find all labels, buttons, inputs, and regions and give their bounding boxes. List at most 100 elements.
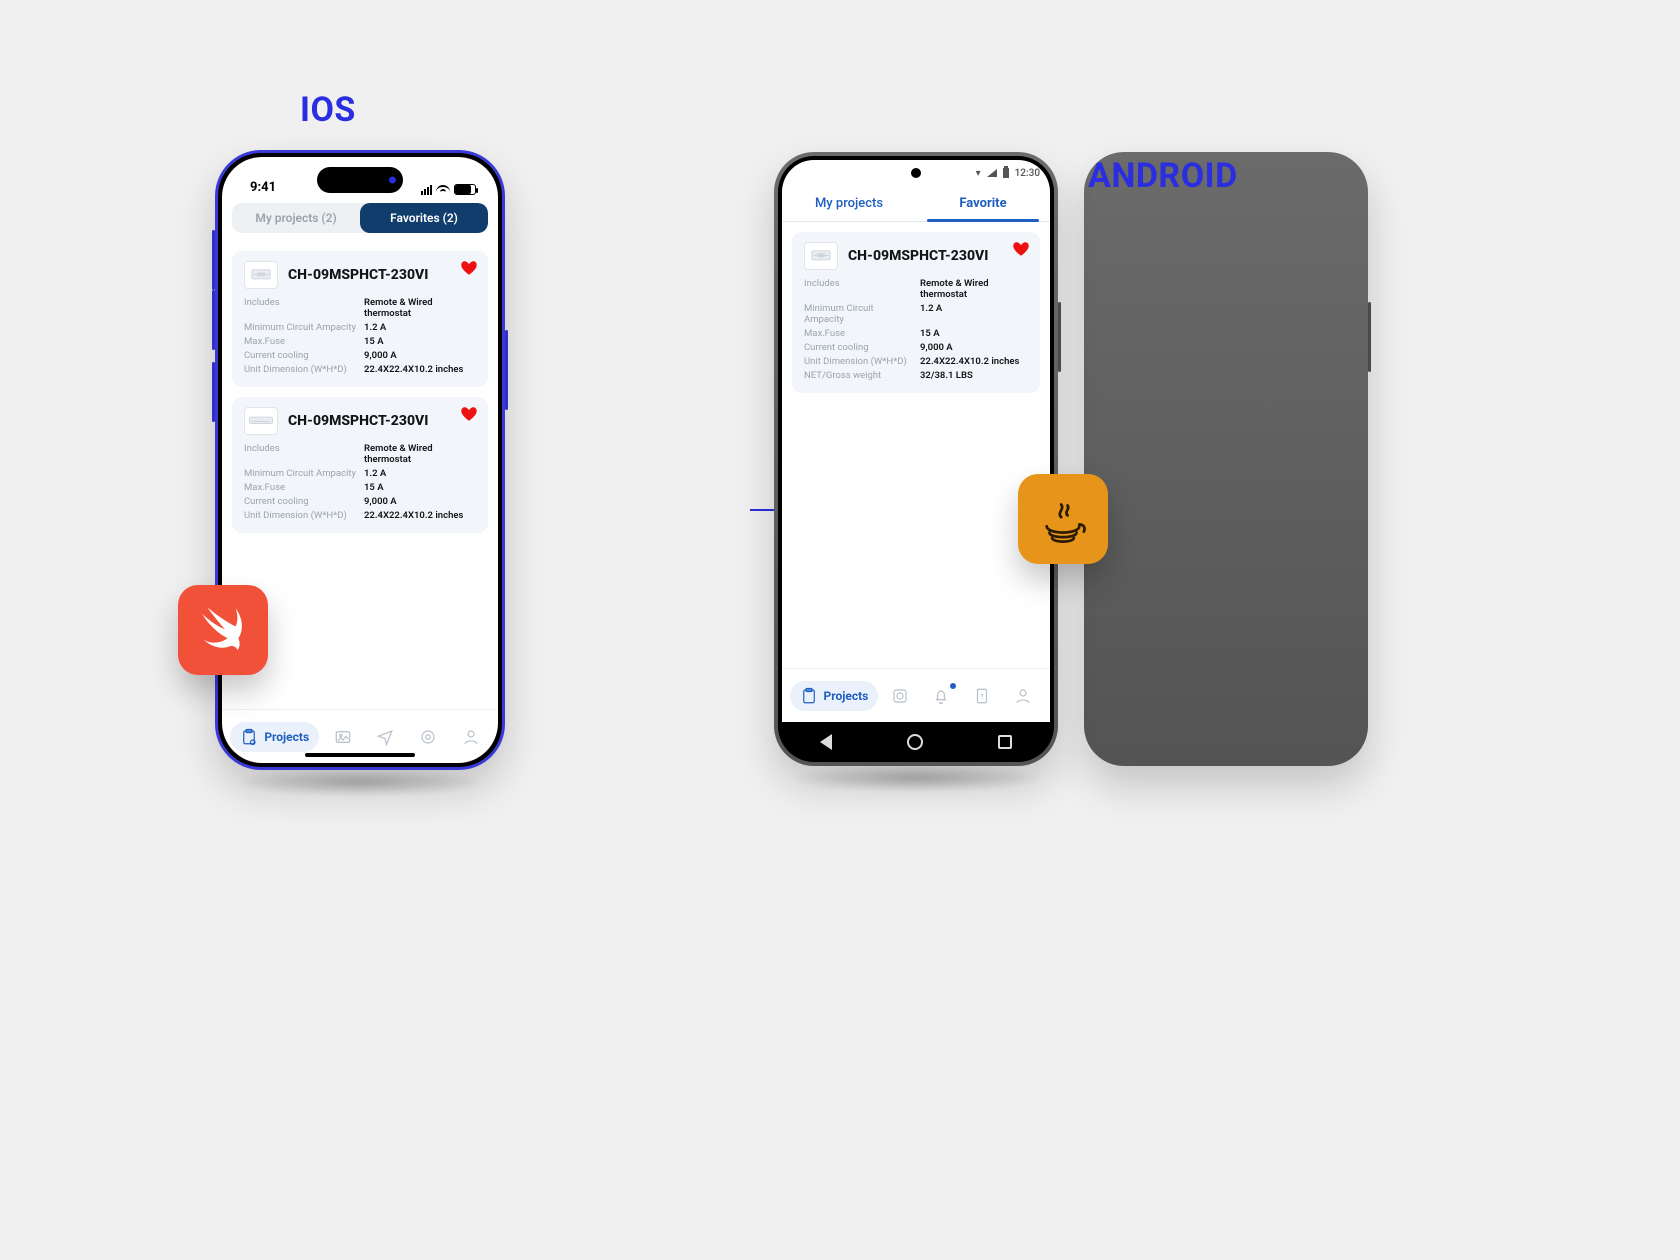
spec-value: 1.2 A [364, 468, 476, 479]
spec-value: 1.2 A [920, 303, 1028, 325]
product-specs: Includes Remote & Wired thermostat Minimum… [804, 278, 1028, 381]
recents-button[interactable] [998, 735, 1012, 749]
plane-icon [376, 728, 394, 746]
spec-label: Unit Dimension (W*H*D) [804, 356, 912, 367]
document-icon: ? [973, 687, 991, 705]
comparison-stage: IOS ANDROID Или 9:41 My projects (2) Fav… [0, 0, 1680, 1260]
product-thumbnail [244, 407, 278, 435]
spec-value: 22.4X22.4X10.2 inches [920, 356, 1028, 367]
spec-label: Includes [244, 443, 356, 465]
home-button[interactable] [907, 734, 923, 750]
spec-label: Includes [804, 278, 912, 300]
product-specs: Includes Remote & Wired thermostat Minimum… [244, 297, 476, 375]
product-thumbnail [804, 242, 838, 270]
nav-projects-label: Projects [264, 730, 309, 744]
nav-projects[interactable]: Projects [790, 681, 879, 711]
battery-icon [1003, 168, 1009, 178]
spec-value: 22.4X22.4X10.2 inches [364, 364, 476, 375]
nav-profile[interactable] [452, 722, 490, 752]
battery-icon [454, 184, 476, 195]
java-badge [1018, 474, 1108, 564]
image-icon [334, 728, 352, 746]
product-card[interactable]: CH-09MSPHCT-230VI Includes Remote & Wired … [232, 251, 488, 387]
spec-label: Current cooling [244, 350, 356, 361]
spec-label: Minimum Circuit Ampacity [244, 468, 356, 479]
product-card[interactable]: CH-09MSPHCT-230VI Includes Remote & Wired … [232, 397, 488, 533]
android-system-nav [782, 722, 1050, 762]
spec-value: 15 A [364, 482, 476, 493]
spec-label: Includes [244, 297, 356, 319]
wifi-icon [436, 185, 450, 195]
product-specs: Includes Remote & Wired thermostat Minimum… [244, 443, 476, 521]
spec-label: Minimum Circuit Ampacity [244, 322, 356, 333]
spec-label: Unit Dimension (W*H*D) [244, 510, 356, 521]
nav-alerts[interactable] [922, 681, 960, 711]
tab-my-projects[interactable]: My projects [782, 186, 916, 221]
java-icon [1034, 490, 1092, 548]
ios-segmented-control[interactable]: My projects (2) Favorites (2) [232, 203, 488, 233]
bell-icon [932, 687, 950, 705]
swift-icon [194, 601, 252, 659]
spec-value: 9,000 A [364, 350, 476, 361]
seg-favorites[interactable]: Favorites (2) [360, 203, 488, 233]
spec-value: 15 A [920, 328, 1028, 339]
clipboard-icon [240, 728, 258, 746]
spec-value: Remote & Wired thermostat [364, 297, 476, 319]
platform-label-ios: IOS [300, 90, 356, 130]
spec-label: Max.Fuse [244, 336, 356, 347]
nav-profile[interactable] [1004, 681, 1042, 711]
iphone-device: 9:41 My projects (2) Favorites (2) CH-09… [215, 150, 505, 770]
spec-value: 15 A [364, 336, 476, 347]
thermostat-icon [891, 687, 909, 705]
clipboard-icon [800, 687, 818, 705]
spec-value: 9,000 A [364, 496, 476, 507]
product-card[interactable]: CH-09MSPHCT-230VI Includes Remote & Wired … [792, 232, 1040, 393]
nav-chat[interactable] [366, 722, 404, 752]
nav-projects[interactable]: Projects [230, 722, 319, 752]
android-camera [911, 168, 921, 178]
ios-time: 9:41 [250, 180, 276, 195]
favorite-toggle[interactable] [1012, 240, 1030, 262]
android-device: ▾ 12:30 My projects Favorite CH-09MSPHCT… [774, 152, 1058, 766]
wifi-icon: ▾ [976, 168, 981, 179]
favorite-toggle[interactable] [460, 405, 478, 427]
target-icon [419, 728, 437, 746]
svg-text:?: ? [981, 693, 984, 700]
person-icon [462, 728, 480, 746]
favorite-toggle[interactable] [460, 259, 478, 281]
android-time: 12:30 [1015, 168, 1040, 179]
spec-label: Current cooling [244, 496, 356, 507]
spec-label: Unit Dimension (W*H*D) [244, 364, 356, 375]
spec-label: Max.Fuse [804, 328, 912, 339]
back-button[interactable] [820, 734, 832, 750]
dynamic-island [317, 167, 403, 193]
spec-value: Remote & Wired thermostat [364, 443, 476, 465]
spec-label: Minimum Circuit Ampacity [804, 303, 912, 325]
nav-projects-label: Projects [824, 689, 869, 703]
spec-label: NET/Gross weight [804, 370, 912, 381]
cell-signal-icon [421, 185, 432, 195]
android-content: CH-09MSPHCT-230VI Includes Remote & Wired … [782, 222, 1050, 668]
product-thumbnail [244, 261, 278, 289]
spec-label: Max.Fuse [244, 482, 356, 493]
android-bottom-nav: Projects ? [782, 668, 1050, 722]
spec-value: 22.4X22.4X10.2 inches [364, 510, 476, 521]
spec-value: 1.2 A [364, 322, 476, 333]
product-title: CH-09MSPHCT-230VI [288, 267, 428, 283]
product-title: CH-09MSPHCT-230VI [848, 248, 988, 264]
product-title: CH-09MSPHCT-230VI [288, 413, 428, 429]
spec-value: Remote & Wired thermostat [920, 278, 1028, 300]
home-indicator [305, 753, 415, 757]
cell-signal-icon [987, 169, 997, 177]
spec-value: 9,000 A [920, 342, 1028, 353]
seg-my-projects[interactable]: My projects (2) [232, 203, 360, 233]
spec-value: 32/38.1 LBS [920, 370, 1028, 381]
nav-docs[interactable]: ? [963, 681, 1001, 711]
swift-badge [178, 585, 268, 675]
nav-gallery[interactable] [324, 722, 362, 752]
nav-thermostat[interactable] [881, 681, 919, 711]
android-tabs: My projects Favorite [782, 186, 1050, 222]
platform-label-android: ANDROID [1084, 152, 1368, 766]
tab-favorite[interactable]: Favorite [916, 186, 1050, 221]
nav-target[interactable] [409, 722, 447, 752]
